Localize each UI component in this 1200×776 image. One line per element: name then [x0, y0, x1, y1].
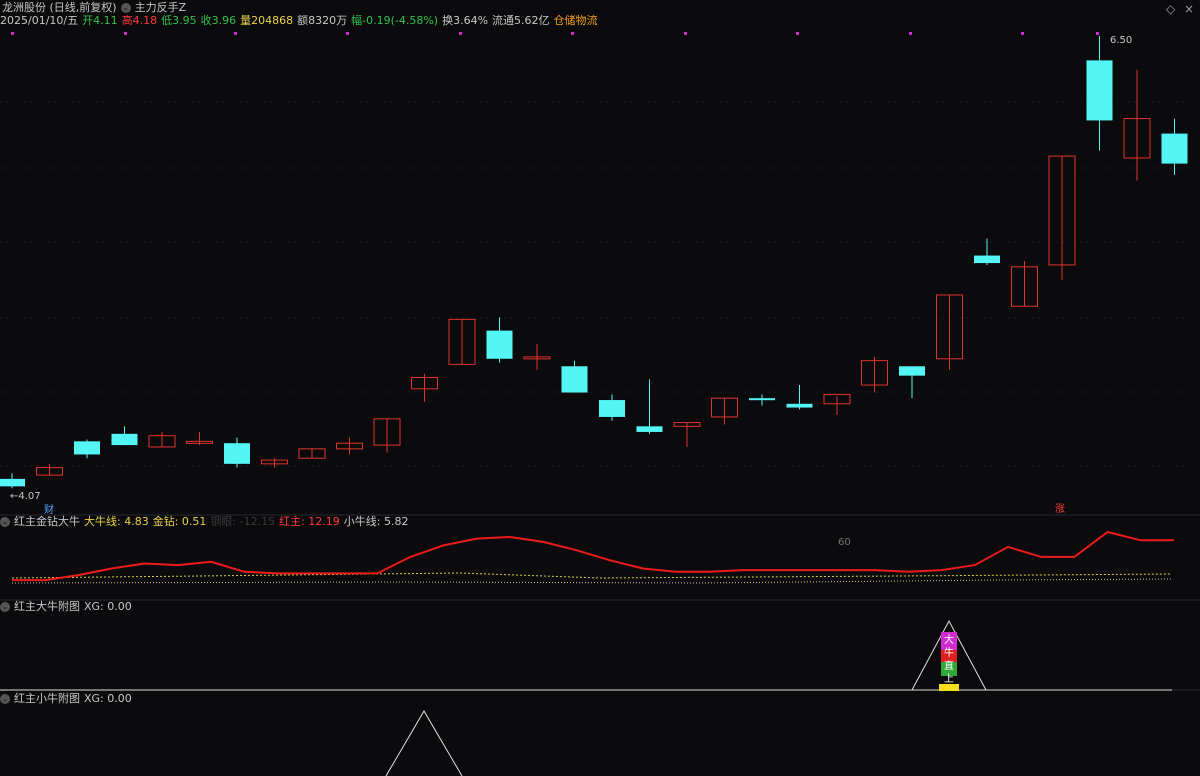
period-marker — [124, 32, 127, 35]
candle-body — [561, 366, 588, 393]
white-dotted-line — [11, 578, 1173, 584]
high-marker-label: 6.50 — [1110, 35, 1132, 46]
candle-body — [224, 443, 250, 464]
period-marker — [571, 32, 574, 35]
signal-char: 牛 — [944, 646, 954, 659]
period-marker — [346, 32, 349, 35]
candle-body — [74, 441, 100, 455]
signal-char: 直 — [944, 659, 954, 672]
period-marker — [459, 32, 462, 35]
period-marker — [1021, 32, 1024, 35]
signal-char: 大 — [944, 633, 954, 646]
period-marker — [234, 32, 237, 35]
red-main-line — [12, 530, 1174, 582]
panel3-signal — [385, 710, 463, 776]
candle-body — [974, 255, 1000, 264]
candlestick-series[interactable] — [0, 36, 1188, 489]
candle-body — [1161, 133, 1188, 164]
signal-bar-yellow — [939, 684, 959, 691]
candle-body — [0, 478, 25, 487]
candle-body — [636, 426, 663, 432]
candle-body — [486, 330, 513, 359]
panel1-level-label: 60 — [838, 537, 851, 548]
period-marker — [1096, 32, 1099, 35]
grid-lines — [0, 32, 1200, 691]
chart-canvas[interactable]: 大牛直上 6.50 ←4.07 财 涨 60 — [0, 0, 1200, 776]
candle-body — [599, 400, 625, 417]
period-marker — [909, 32, 912, 35]
panel3-signal-triangle — [385, 710, 463, 776]
period-marker — [11, 32, 14, 35]
signal-char: 上 — [944, 673, 954, 685]
period-marker — [684, 32, 687, 35]
candle-body — [899, 366, 925, 376]
candle-body — [1086, 60, 1113, 121]
candle-body — [111, 433, 138, 446]
candle-body — [749, 398, 775, 401]
rise-badge[interactable]: 涨 — [1055, 503, 1065, 515]
low-marker-label: ←4.07 — [10, 491, 41, 502]
panel2-signal: 大牛直上 — [0, 619, 1172, 691]
panel1-lines — [11, 530, 1174, 584]
yellow-dotted-line — [11, 572, 1173, 579]
candle-body — [786, 403, 813, 408]
finance-badge[interactable]: 财 — [44, 503, 54, 516]
period-marker — [796, 32, 799, 35]
